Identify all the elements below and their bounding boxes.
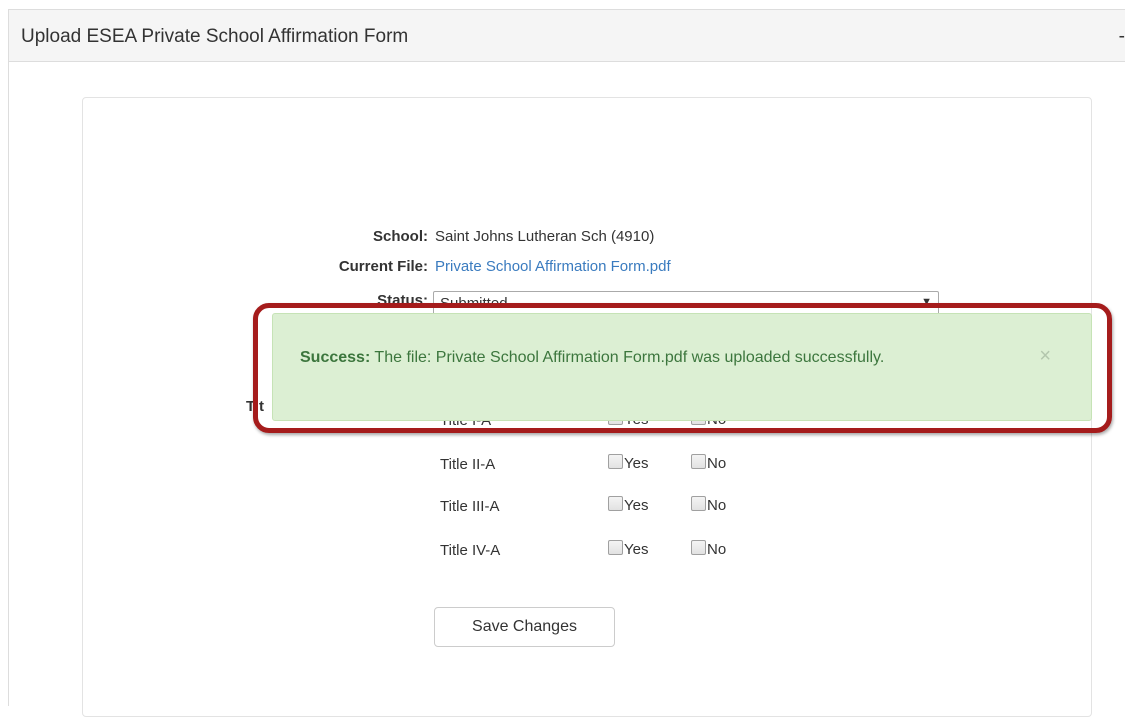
save-changes-button[interactable]: Save Changes	[434, 607, 615, 647]
checkbox-label: Yes	[624, 497, 649, 514]
current-file-label: Current File:	[338, 258, 428, 275]
title-ii-a-yes-checkbox[interactable]: Yes	[608, 454, 648, 472]
title-row-name: Title II-A	[440, 456, 496, 473]
collapse-icon[interactable]: -	[1119, 26, 1125, 48]
title-row-name: Title IV-A	[440, 542, 501, 559]
highlight-outline	[253, 303, 1112, 433]
title-row-name: Title III-A	[440, 498, 500, 515]
panel-title: Upload ESEA Private School Affirmation F…	[21, 26, 409, 47]
checkbox-label: Yes	[624, 541, 649, 558]
title-iv-a-yes-checkbox[interactable]: Yes	[608, 540, 648, 558]
title-ii-a-no-checkbox[interactable]: No	[691, 454, 726, 472]
title-iv-a-no-checkbox[interactable]: No	[691, 540, 726, 558]
title-iii-a-no-checkbox[interactable]: No	[691, 496, 726, 514]
panel-heading: Upload ESEA Private School Affirmation F…	[9, 10, 1125, 62]
current-file-link[interactable]: Private School Affirmation Form.pdf	[435, 258, 671, 275]
checkbox-label: No	[707, 497, 727, 514]
school-label: School:	[373, 228, 428, 245]
checkbox-label: No	[707, 455, 727, 472]
checkbox-icon[interactable]	[691, 454, 706, 469]
checkbox-icon[interactable]	[691, 496, 706, 511]
checkbox-icon[interactable]	[608, 454, 623, 469]
checkbox-icon[interactable]	[691, 540, 706, 555]
checkbox-icon[interactable]	[608, 540, 623, 555]
title-iii-a-yes-checkbox[interactable]: Yes	[608, 496, 648, 514]
checkbox-label: Yes	[624, 455, 649, 472]
school-value: Saint Johns Lutheran Sch (4910)	[435, 228, 655, 245]
checkbox-label: No	[707, 541, 727, 558]
checkbox-icon[interactable]	[608, 496, 623, 511]
